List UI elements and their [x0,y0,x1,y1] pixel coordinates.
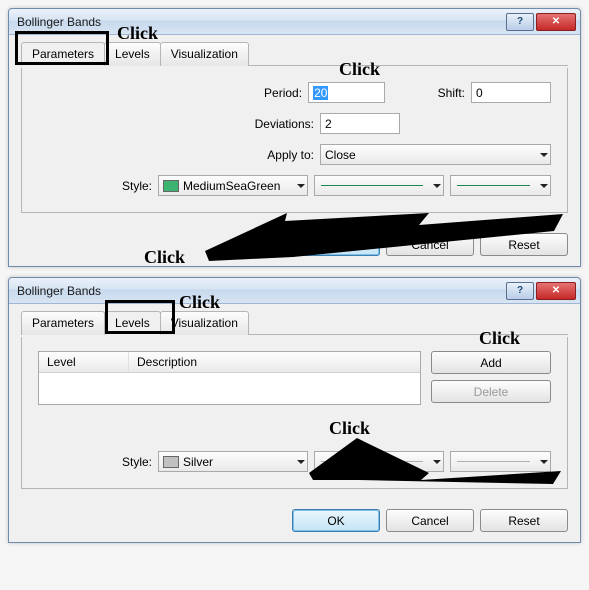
close-button[interactable]: ✕ [536,13,576,31]
style-color-select[interactable]: Silver [158,451,308,472]
window-title: Bollinger Bands [17,15,506,29]
tabpanel-levels: Level Description Add Delete Style: Silv… [21,337,568,489]
deviations-input[interactable] [320,113,400,134]
window-title: Bollinger Bands [17,284,506,298]
style-line-select[interactable] [314,175,444,196]
chevron-down-icon [540,153,548,157]
ok-button[interactable]: OK [292,233,380,256]
chevron-down-icon [540,460,548,464]
close-button[interactable]: ✕ [536,282,576,300]
levels-list[interactable]: Level Description [38,351,421,405]
delete-button[interactable]: Delete [431,380,551,403]
dialog-parameters: Bollinger Bands ? ✕ Parameters Levels Vi… [8,8,581,267]
period-input[interactable]: 20 [308,82,385,103]
dialog-levels: Bollinger Bands ? ✕ Parameters Levels Vi… [8,277,581,543]
tabpanel-parameters: Period: 20 Shift: Deviations: Apply to: … [21,68,568,213]
period-label: Period: [38,86,308,100]
add-button[interactable]: Add [431,351,551,374]
color-swatch-icon [163,180,179,192]
titlebar: Bollinger Bands ? ✕ [9,9,580,35]
shift-label: Shift: [385,86,471,100]
ok-button[interactable]: OK [292,509,380,532]
chevron-down-icon [297,184,305,188]
col-level[interactable]: Level [39,352,129,372]
style-color-select[interactable]: MediumSeaGreen [158,175,308,196]
tab-visualization[interactable]: Visualization [160,42,249,66]
cancel-button[interactable]: Cancel [386,509,474,532]
chevron-down-icon [540,184,548,188]
tab-parameters[interactable]: Parameters [21,42,105,66]
tab-visualization[interactable]: Visualization [160,311,249,335]
tab-levels[interactable]: Levels [104,311,161,335]
tabs: Parameters Levels Visualization [21,41,568,66]
shift-input[interactable] [471,82,551,103]
reset-button[interactable]: Reset [480,233,568,256]
color-swatch-icon [163,456,179,468]
button-row: OK Cancel Reset [9,223,580,266]
reset-button[interactable]: Reset [480,509,568,532]
style-label: Style: [38,179,158,193]
tabs: Parameters Levels Visualization [21,310,568,335]
apply-to-select[interactable]: Close [320,144,551,165]
col-description[interactable]: Description [129,352,420,372]
style-width-select[interactable] [450,175,551,196]
style-width-select[interactable] [450,451,551,472]
chevron-down-icon [433,460,441,464]
style-line-select[interactable] [314,451,444,472]
tab-parameters[interactable]: Parameters [21,311,105,335]
help-button[interactable]: ? [506,282,534,300]
titlebar: Bollinger Bands ? ✕ [9,278,580,304]
tab-levels[interactable]: Levels [104,42,161,66]
deviations-label: Deviations: [38,117,320,131]
button-row: OK Cancel Reset [9,499,580,542]
list-header: Level Description [39,352,420,373]
chevron-down-icon [433,184,441,188]
help-button[interactable]: ? [506,13,534,31]
chevron-down-icon [297,460,305,464]
style-label: Style: [38,455,158,469]
apply-to-label: Apply to: [38,148,320,162]
cancel-button[interactable]: Cancel [386,233,474,256]
